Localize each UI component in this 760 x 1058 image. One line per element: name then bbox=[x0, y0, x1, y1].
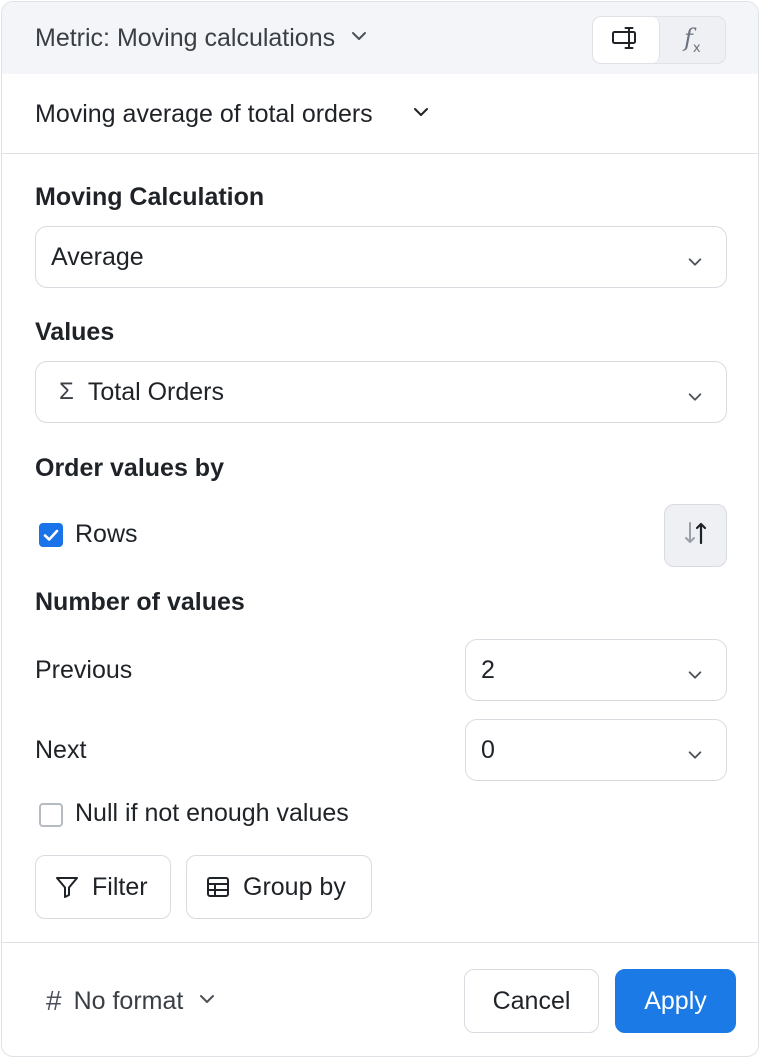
metric-type-label: Metric: Moving calculations bbox=[35, 24, 336, 52]
next-value: 0 bbox=[481, 735, 495, 764]
chevron-down-icon bbox=[349, 24, 369, 53]
chevron-down-icon bbox=[686, 384, 704, 413]
filter-button[interactable]: Filter bbox=[35, 855, 171, 919]
hash-icon: # bbox=[46, 985, 62, 1016]
panel-footer: # No format Cancel Apply bbox=[2, 942, 758, 1056]
visual-builder-icon bbox=[611, 25, 641, 56]
order-values-by-label: Order values by bbox=[35, 454, 224, 482]
format-label: No format bbox=[73, 986, 184, 1015]
moving-calculation-select[interactable]: Average bbox=[35, 226, 727, 288]
values-label: Values bbox=[35, 318, 115, 346]
rows-checkbox[interactable] bbox=[39, 523, 63, 547]
metric-name-row: Moving average of total orders bbox=[2, 74, 758, 154]
filter-label: Filter bbox=[92, 872, 148, 901]
metric-type-dropdown[interactable]: Metric: Moving calculations bbox=[35, 24, 369, 53]
previous-value: 2 bbox=[481, 655, 495, 684]
values-value: Total Orders bbox=[87, 377, 225, 406]
rows-label: Rows bbox=[75, 520, 138, 548]
panel-header: Metric: Moving calculations fx bbox=[2, 2, 758, 74]
fx-icon: fx bbox=[683, 24, 701, 56]
chevron-down-icon bbox=[686, 662, 704, 691]
moving-calculation-panel: Metric: Moving calculations fx Moving av… bbox=[1, 1, 759, 1057]
next-select[interactable]: 0 bbox=[465, 719, 727, 781]
metric-name-dropdown[interactable]: Moving average of total orders bbox=[35, 100, 431, 129]
chevron-down-icon bbox=[686, 249, 704, 278]
formula-mode-button[interactable]: fx bbox=[660, 17, 726, 63]
metric-name-label: Moving average of total orders bbox=[35, 100, 373, 128]
moving-calculation-value: Average bbox=[51, 242, 144, 271]
chevron-down-icon bbox=[686, 742, 704, 771]
values-select[interactable]: Σ Total Orders bbox=[35, 361, 727, 423]
check-icon bbox=[40, 529, 62, 550]
apply-button[interactable]: Apply bbox=[615, 969, 736, 1033]
sort-direction-button[interactable] bbox=[664, 504, 727, 567]
table-icon bbox=[205, 874, 231, 900]
next-label: Next bbox=[35, 736, 87, 764]
previous-label: Previous bbox=[35, 656, 133, 684]
chevron-down-icon bbox=[411, 100, 431, 129]
sort-ascending-icon bbox=[681, 518, 711, 553]
null-if-not-enough-checkbox[interactable] bbox=[39, 803, 63, 827]
group-by-label: Group by bbox=[243, 872, 346, 901]
null-if-not-enough-label: Null if not enough values bbox=[75, 799, 349, 827]
sigma-icon: Σ bbox=[59, 378, 74, 405]
filter-icon bbox=[54, 874, 80, 900]
number-of-values-label: Number of values bbox=[35, 588, 245, 616]
previous-select[interactable]: 2 bbox=[465, 639, 727, 701]
format-dropdown[interactable]: # No format bbox=[46, 985, 217, 1017]
editor-mode-toggle: fx bbox=[592, 16, 726, 64]
group-by-button[interactable]: Group by bbox=[186, 855, 372, 919]
chevron-down-icon bbox=[197, 987, 217, 1016]
moving-calculation-label: Moving Calculation bbox=[35, 183, 265, 211]
visual-mode-button[interactable] bbox=[593, 17, 660, 63]
cancel-button[interactable]: Cancel bbox=[464, 969, 599, 1033]
